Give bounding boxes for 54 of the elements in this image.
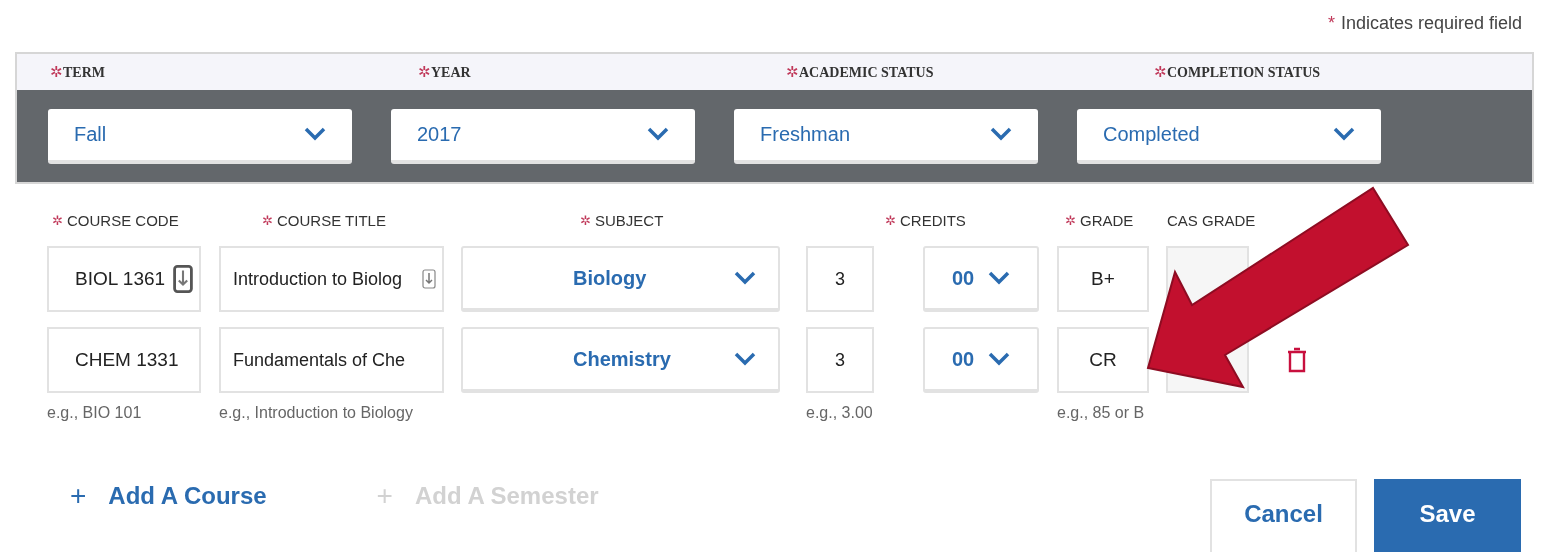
plus-icon: + [376, 475, 393, 517]
input-field[interactable]: 3 [806, 246, 874, 312]
column-label: COURSE TITLE [277, 210, 386, 231]
dropdown[interactable]: 00 [923, 246, 1039, 312]
dropdown[interactable]: Fall [48, 108, 352, 164]
column-label: COURSE CODE [67, 210, 179, 231]
dropdown[interactable]: 2017 [391, 108, 695, 164]
required-mark: ✲ [885, 212, 896, 231]
trash-icon[interactable] [1287, 347, 1307, 373]
hint-text: e.g., Introduction to Biology [219, 403, 414, 423]
hint-text: e.g., 85 or B [1057, 403, 1145, 423]
field-label: ACADEMIC STATUS [799, 63, 934, 82]
input-field[interactable]: B+ [1057, 246, 1149, 312]
field-label: TERM [63, 63, 105, 82]
column-label: CAS GRADE [1167, 210, 1256, 231]
hint-text: e.g., BIO 101 [47, 403, 143, 423]
input-field[interactable]: CHEM 1331 [47, 327, 201, 393]
chevron-down-icon [647, 127, 669, 141]
column-label: SUBJECT [595, 210, 664, 231]
dropdown[interactable]: Biology [461, 246, 780, 312]
hint-text: e.g., 3.00 [806, 403, 874, 423]
required-mark: ✲ [50, 61, 63, 82]
column-label: GRADE [1080, 210, 1134, 231]
chevron-down-icon [988, 352, 1011, 366]
column-label: CREDITS [900, 210, 966, 231]
required-mark: ✲ [1154, 61, 1167, 82]
required-mark: ✲ [786, 61, 799, 82]
required-mark: ✲ [262, 212, 273, 231]
input-field[interactable]: 3 [806, 327, 874, 393]
input-field[interactable]: BIOL 1361 [47, 246, 201, 312]
chevron-down-icon [990, 127, 1012, 141]
save-button[interactable]: Save [1374, 479, 1521, 552]
field-label: COMPLETION STATUS [1167, 63, 1321, 82]
dropdown[interactable]: Completed [1077, 108, 1381, 164]
chevron-down-icon [1333, 127, 1355, 141]
required-mark: ✲ [418, 61, 431, 82]
chevron-down-icon [734, 271, 756, 285]
input-field[interactable]: CR [1057, 327, 1149, 393]
chevron-down-icon [734, 352, 756, 366]
add-link[interactable]: + Add A Course [70, 475, 267, 517]
input-field[interactable]: Introduction to Biolog [219, 246, 444, 312]
dropdown[interactable]: Chemistry [461, 327, 780, 393]
required-mark: ✲ [580, 212, 591, 231]
field-label: YEAR [431, 63, 471, 82]
required-mark: ✲ [52, 212, 63, 231]
required-note: * Indicates required field [1327, 12, 1522, 35]
dropdown[interactable]: 00 [923, 327, 1039, 393]
input-field[interactable]: Fundamentals of Che [219, 327, 444, 393]
required-mark: ✲ [1065, 212, 1076, 231]
chevron-down-icon [988, 271, 1011, 285]
chevron-down-icon [304, 127, 326, 141]
plus-icon: + [70, 475, 87, 517]
dropdown[interactable]: Freshman [734, 108, 1038, 164]
cancel-button[interactable]: Cancel [1210, 479, 1357, 552]
